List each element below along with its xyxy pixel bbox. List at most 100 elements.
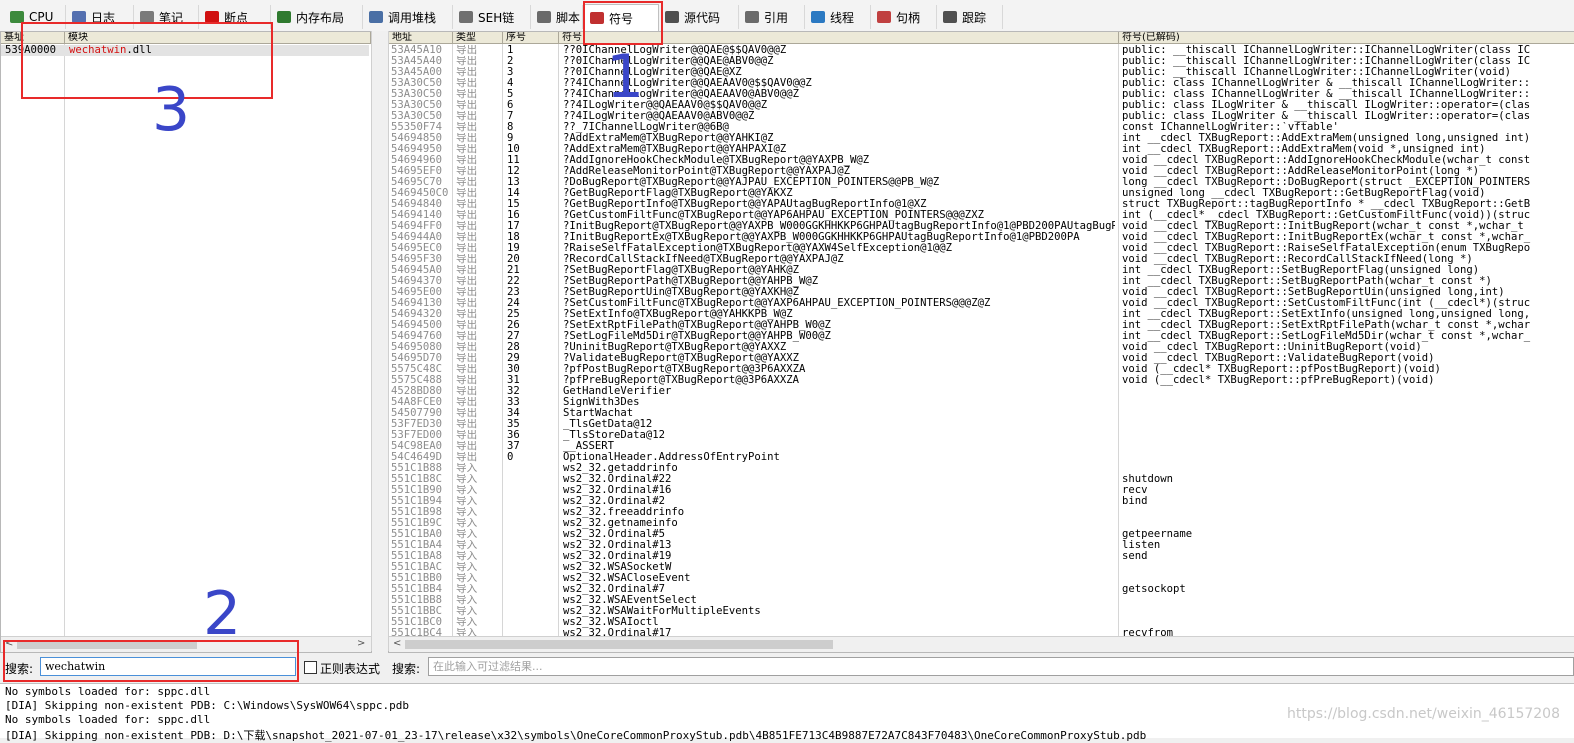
table-row[interactable]: 551C1B88 导入 ws2_32.getaddrinfo <box>389 463 1573 474</box>
symbols-hscrollbar[interactable]: < <box>389 636 1574 652</box>
table-row[interactable]: 53A45A10 导出 1 ??0IChannelLogWriter@@QAE@$$Q… <box>389 45 1573 56</box>
table-row[interactable]: 54694FF0 导出 17 ?InitBugReport@TXBugReport@@… <box>389 221 1573 232</box>
table-row[interactable]: 551C1BA0 导入 ws2_32.Ordinal#5 getpeername <box>389 529 1573 540</box>
tab-handles[interactable]: 句柄 <box>871 5 937 29</box>
cell-dec: void __cdecl TXBugReport::RaiseSelfFatal… <box>1122 243 1531 254</box>
table-row[interactable]: 54694850 导出 9 ?AddExtraMem@TXBugReport@@YAH… <box>389 133 1573 144</box>
tab-call-stack[interactable]: 调用堆栈 <box>363 5 453 29</box>
table-row[interactable]: 54694760 导出 27 ?SetLogFileMd5Dir@TXBugRepor… <box>389 331 1573 342</box>
table-row[interactable]: 54694370 导出 22 ?SetBugReportPath@TXBugRepor… <box>389 276 1573 287</box>
table-row[interactable]: 54694840 导出 15 ?GetBugReportInfo@TXBugRepor… <box>389 199 1573 210</box>
table-row[interactable]: 54695C70 导出 13 ?DoBugReport@TXBugReport@@YA… <box>389 177 1573 188</box>
cell-type: 导出 <box>456 188 478 199</box>
log-line: [DIA] Skipping non-existent PDB: C:\Wind… <box>5 699 409 712</box>
table-row[interactable]: 55350F74 导出 8 ??_7IChannelLogWriter@@6B@ con… <box>389 122 1573 133</box>
filter-search-input[interactable]: 在此输入可过滤结果... <box>428 657 1574 676</box>
table-row[interactable]: 53F7ED00 导出 36 _TlsStoreData@12 <box>389 430 1573 441</box>
cell-dec: public: class ILogWriter & __thiscall IL… <box>1122 100 1531 111</box>
tab-script[interactable]: 脚本 <box>531 5 583 29</box>
cell-addr: 53F7ED30 <box>391 419 443 430</box>
table-row[interactable]: 5575C488 导出 31 ?pfPreBugReport@TXBugReport@… <box>389 375 1573 386</box>
panel-splitter[interactable] <box>371 31 389 651</box>
table-row[interactable]: 53A30C50 导出 5 ??4IChannelLogWriter@@QAEAAV0… <box>389 89 1573 100</box>
table-row[interactable]: 54A8FCE0 导出 33 SignWith3Des <box>389 397 1573 408</box>
table-row[interactable]: 551C1BA4 导入 ws2_32.Ordinal#13 listen <box>389 540 1573 551</box>
cell-type: 导出 <box>456 265 478 276</box>
table-row[interactable]: 546945A0 导出 21 ?SetBugReportFlag@TXBugRepor… <box>389 265 1573 276</box>
table-row[interactable]: 54694500 导出 26 ?SetExtRptFilePath@TXBugRepo… <box>389 320 1573 331</box>
table-row[interactable]: 53A30C50 导出 6 ??4ILogWriter@@QAEAAV0@$$QAV0… <box>389 100 1573 111</box>
table-row[interactable]: 53A45A00 导出 3 ??0IChannelLogWriter@@QAE@XZ p… <box>389 67 1573 78</box>
table-row[interactable]: 54694950 导出 10 ?AddExtraMem@TXBugReport@@YA… <box>389 144 1573 155</box>
table-row[interactable]: 551C1BB4 导入 ws2_32.Ordinal#7 getsockopt <box>389 584 1573 595</box>
annotation-number-2: 2 <box>203 579 242 649</box>
table-row[interactable]: 54694130 导出 24 ?SetCustomFiltFunc@TXBugRepo… <box>389 298 1573 309</box>
column-header-decoded[interactable]: 符号(已解码) <box>1119 32 1574 44</box>
cell-ord: 15 <box>507 199 520 210</box>
column-header-type[interactable]: 类型 <box>453 32 503 44</box>
table-row[interactable]: 54695EF0 导出 12 ?AddReleaseMonitorPoint@TXBu… <box>389 166 1573 177</box>
scroll-thumb[interactable] <box>405 640 833 649</box>
tab-seh-chain[interactable]: SEH链 <box>453 5 531 29</box>
table-row[interactable]: 54507790 导出 34 StartWachat <box>389 408 1573 419</box>
table-row[interactable]: 551C1B94 导入 ws2_32.Ordinal#2 bind <box>389 496 1573 507</box>
table-row[interactable]: 54695F30 导出 20 ?RecordCallStackIfNeed@TXBug… <box>389 254 1573 265</box>
table-row[interactable]: 54C4649D 导出 0 OptionalHeader.AddressOfEntry… <box>389 452 1573 463</box>
table-row[interactable]: 551C1BB8 导入 ws2_32.WSAEventSelect <box>389 595 1573 606</box>
table-row[interactable]: 551C1B90 导入 ws2_32.Ordinal#16 recv <box>389 485 1573 496</box>
cell-sym: ?RaiseSelfFatalException@TXBugReport@@YA… <box>563 243 953 254</box>
cell-dec: void __cdecl TXBugReport::AddIgnoreHookC… <box>1122 155 1531 166</box>
cell-ord: 37 <box>507 441 520 452</box>
table-row[interactable]: 551C1BA8 导入 ws2_32.Ordinal#19 send <box>389 551 1573 562</box>
table-row[interactable]: 551C1B98 导入 ws2_32.freeaddrinfo <box>389 507 1573 518</box>
tab-label: 源代码 <box>684 10 721 25</box>
cell-dec: listen <box>1122 540 1161 551</box>
scroll-left-icon[interactable]: < <box>393 638 401 649</box>
cell-dec: int __cdecl TXBugReport::SetBugReportFla… <box>1122 265 1480 276</box>
table-row[interactable]: 53A30C50 导出 7 ??4ILogWriter@@QAEAAV0@ABV0@@… <box>389 111 1573 122</box>
table-row[interactable]: 54694140 导出 16 ?GetCustomFiltFunc@TXBugRepo… <box>389 210 1573 221</box>
table-row[interactable]: 5469450C0 导出 14 ?GetBugReportFlag@TXBugRepo… <box>389 188 1573 199</box>
table-row[interactable]: 546944A0 导出 18 ?InitBugReportEx@TXBugReport… <box>389 232 1573 243</box>
cell-sym: __ASSERT <box>563 441 615 452</box>
tab-memory-map[interactable]: 内存布局 <box>271 5 363 29</box>
table-row[interactable]: 4528BD80 导出 32 GetHandleVerifier <box>389 386 1573 397</box>
column-header-address[interactable]: 地址 <box>389 32 453 44</box>
cell-type: 导入 <box>456 463 478 474</box>
table-row[interactable]: 54694320 导出 25 ?SetExtInfo@TXBugReport@@YAH… <box>389 309 1573 320</box>
tab-trace[interactable]: 跟踪 <box>937 5 1003 29</box>
table-row[interactable]: 54C98EA0 导出 37 __ASSERT <box>389 441 1573 452</box>
table-row[interactable]: 53F7ED30 导出 35 _TlsGetData@12 <box>389 419 1573 430</box>
tab-source-code[interactable]: 源代码 <box>659 5 739 29</box>
cell-addr: 54694FF0 <box>391 221 443 232</box>
cell-sym: ws2_32.WSASocketW <box>563 562 672 573</box>
table-row[interactable]: 5575C48C 导出 30 ?pfPostBugReport@TXBugReport… <box>389 364 1573 375</box>
table-row[interactable]: 53A45A40 导出 2 ??0IChannelLogWriter@@QAE@ABV… <box>389 56 1573 67</box>
table-row[interactable]: 54695D70 导出 29 ?ValidateBugReport@TXBugRepo… <box>389 353 1573 364</box>
table-row[interactable]: 54695080 导出 28 ?UninitBugReport@TXBugReport… <box>389 342 1573 353</box>
table-row[interactable]: 551C1BBC 导入 ws2_32.WSAWaitForMultipleEvent… <box>389 606 1573 617</box>
table-row[interactable]: 54695EC0 导出 19 ?RaiseSelfFatalException@TXB… <box>389 243 1573 254</box>
column-header-ordinal[interactable]: 序号 <box>503 32 559 44</box>
cell-type: 导出 <box>456 155 478 166</box>
table-row[interactable]: 551C1B9C 导入 ws2_32.getnameinfo <box>389 518 1573 529</box>
cell-type: 导出 <box>456 419 478 430</box>
annotation-number-3: 3 <box>152 75 191 145</box>
table-row[interactable]: 551C1B8C 导入 ws2_32.Ordinal#22 shutdown <box>389 474 1573 485</box>
table-row[interactable]: 54694960 导出 11 ?AddIgnoreHookCheckModule@TX… <box>389 155 1573 166</box>
cell-sym: StartWachat <box>563 408 634 419</box>
table-row[interactable]: 53A30C50 导出 4 ??4IChannelLogWriter@@QAEAAV0… <box>389 78 1573 89</box>
cell-dec: shutdown <box>1122 474 1174 485</box>
regex-checkbox[interactable] <box>304 661 317 674</box>
cell-sym: ?GetBugReportFlag@TXBugReport@@YAKXZ <box>563 188 793 199</box>
table-row[interactable]: 54695E00 导出 23 ?SetBugReportUin@TXBugReport… <box>389 287 1573 298</box>
table-row[interactable]: 551C1BB0 导入 ws2_32.WSACloseEvent <box>389 573 1573 584</box>
tab-references[interactable]: 引用 <box>739 5 805 29</box>
tab-threads[interactable]: 线程 <box>805 5 871 29</box>
scroll-right-icon[interactable]: > <box>357 638 365 649</box>
cell-type: 导出 <box>456 56 478 67</box>
table-row[interactable]: 551C1BC0 导入 ws2_32.WSAIoctl <box>389 617 1573 628</box>
cell-sym: ws2_32.WSAEventSelect <box>563 595 697 606</box>
cell-sym: ws2_32.Ordinal#7 <box>563 584 666 595</box>
table-row[interactable]: 551C1BAC 导入 ws2_32.WSASocketW <box>389 562 1573 573</box>
